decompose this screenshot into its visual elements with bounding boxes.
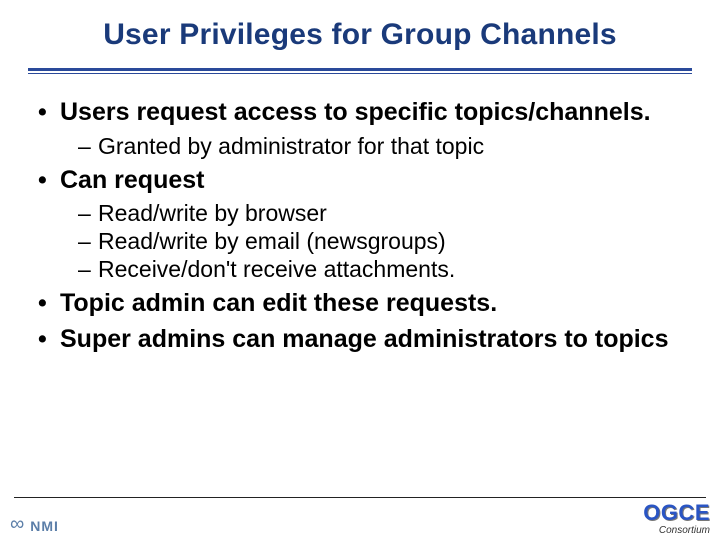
bullet-text: Super admins can manage administrators t… xyxy=(60,325,668,353)
slide-title: User Privileges for Group Channels xyxy=(0,0,720,62)
footer-divider xyxy=(14,497,706,498)
list-item: Receive/don't receive attachments. xyxy=(78,255,682,283)
list-item: Can request Read/write by browser Read/w… xyxy=(38,166,682,284)
list-item: Granted by administrator for that topic xyxy=(78,132,682,160)
bullet-text: Topic admin can edit these requests. xyxy=(60,289,497,317)
list-item: Topic admin can edit these requests. xyxy=(38,289,682,319)
ogce-logo: OGCE Consortium xyxy=(643,502,710,536)
list-item: Super admins can manage administrators t… xyxy=(38,325,682,355)
bullet-text: Can request xyxy=(60,166,204,194)
bullet-text: Users request access to specific topics/… xyxy=(60,98,651,126)
sub-list: Read/write by browser Read/write by emai… xyxy=(78,199,682,283)
sub-list: Granted by administrator for that topic xyxy=(78,132,682,160)
consortium-text: Consortium xyxy=(643,525,710,536)
ogce-text: OGCE xyxy=(643,502,710,524)
nmi-logo: ∞ NMI xyxy=(10,514,59,534)
nmi-text: NMI xyxy=(30,518,59,534)
footer: ∞ NMI OGCE Consortium xyxy=(0,500,720,540)
infinity-icon: ∞ xyxy=(10,514,24,534)
bullet-list: Users request access to specific topics/… xyxy=(38,98,682,354)
list-item: Read/write by email (newsgroups) xyxy=(78,227,682,255)
list-item: Read/write by browser xyxy=(78,199,682,227)
list-item: Users request access to specific topics/… xyxy=(38,98,682,160)
slide-content: Users request access to specific topics/… xyxy=(0,74,720,354)
